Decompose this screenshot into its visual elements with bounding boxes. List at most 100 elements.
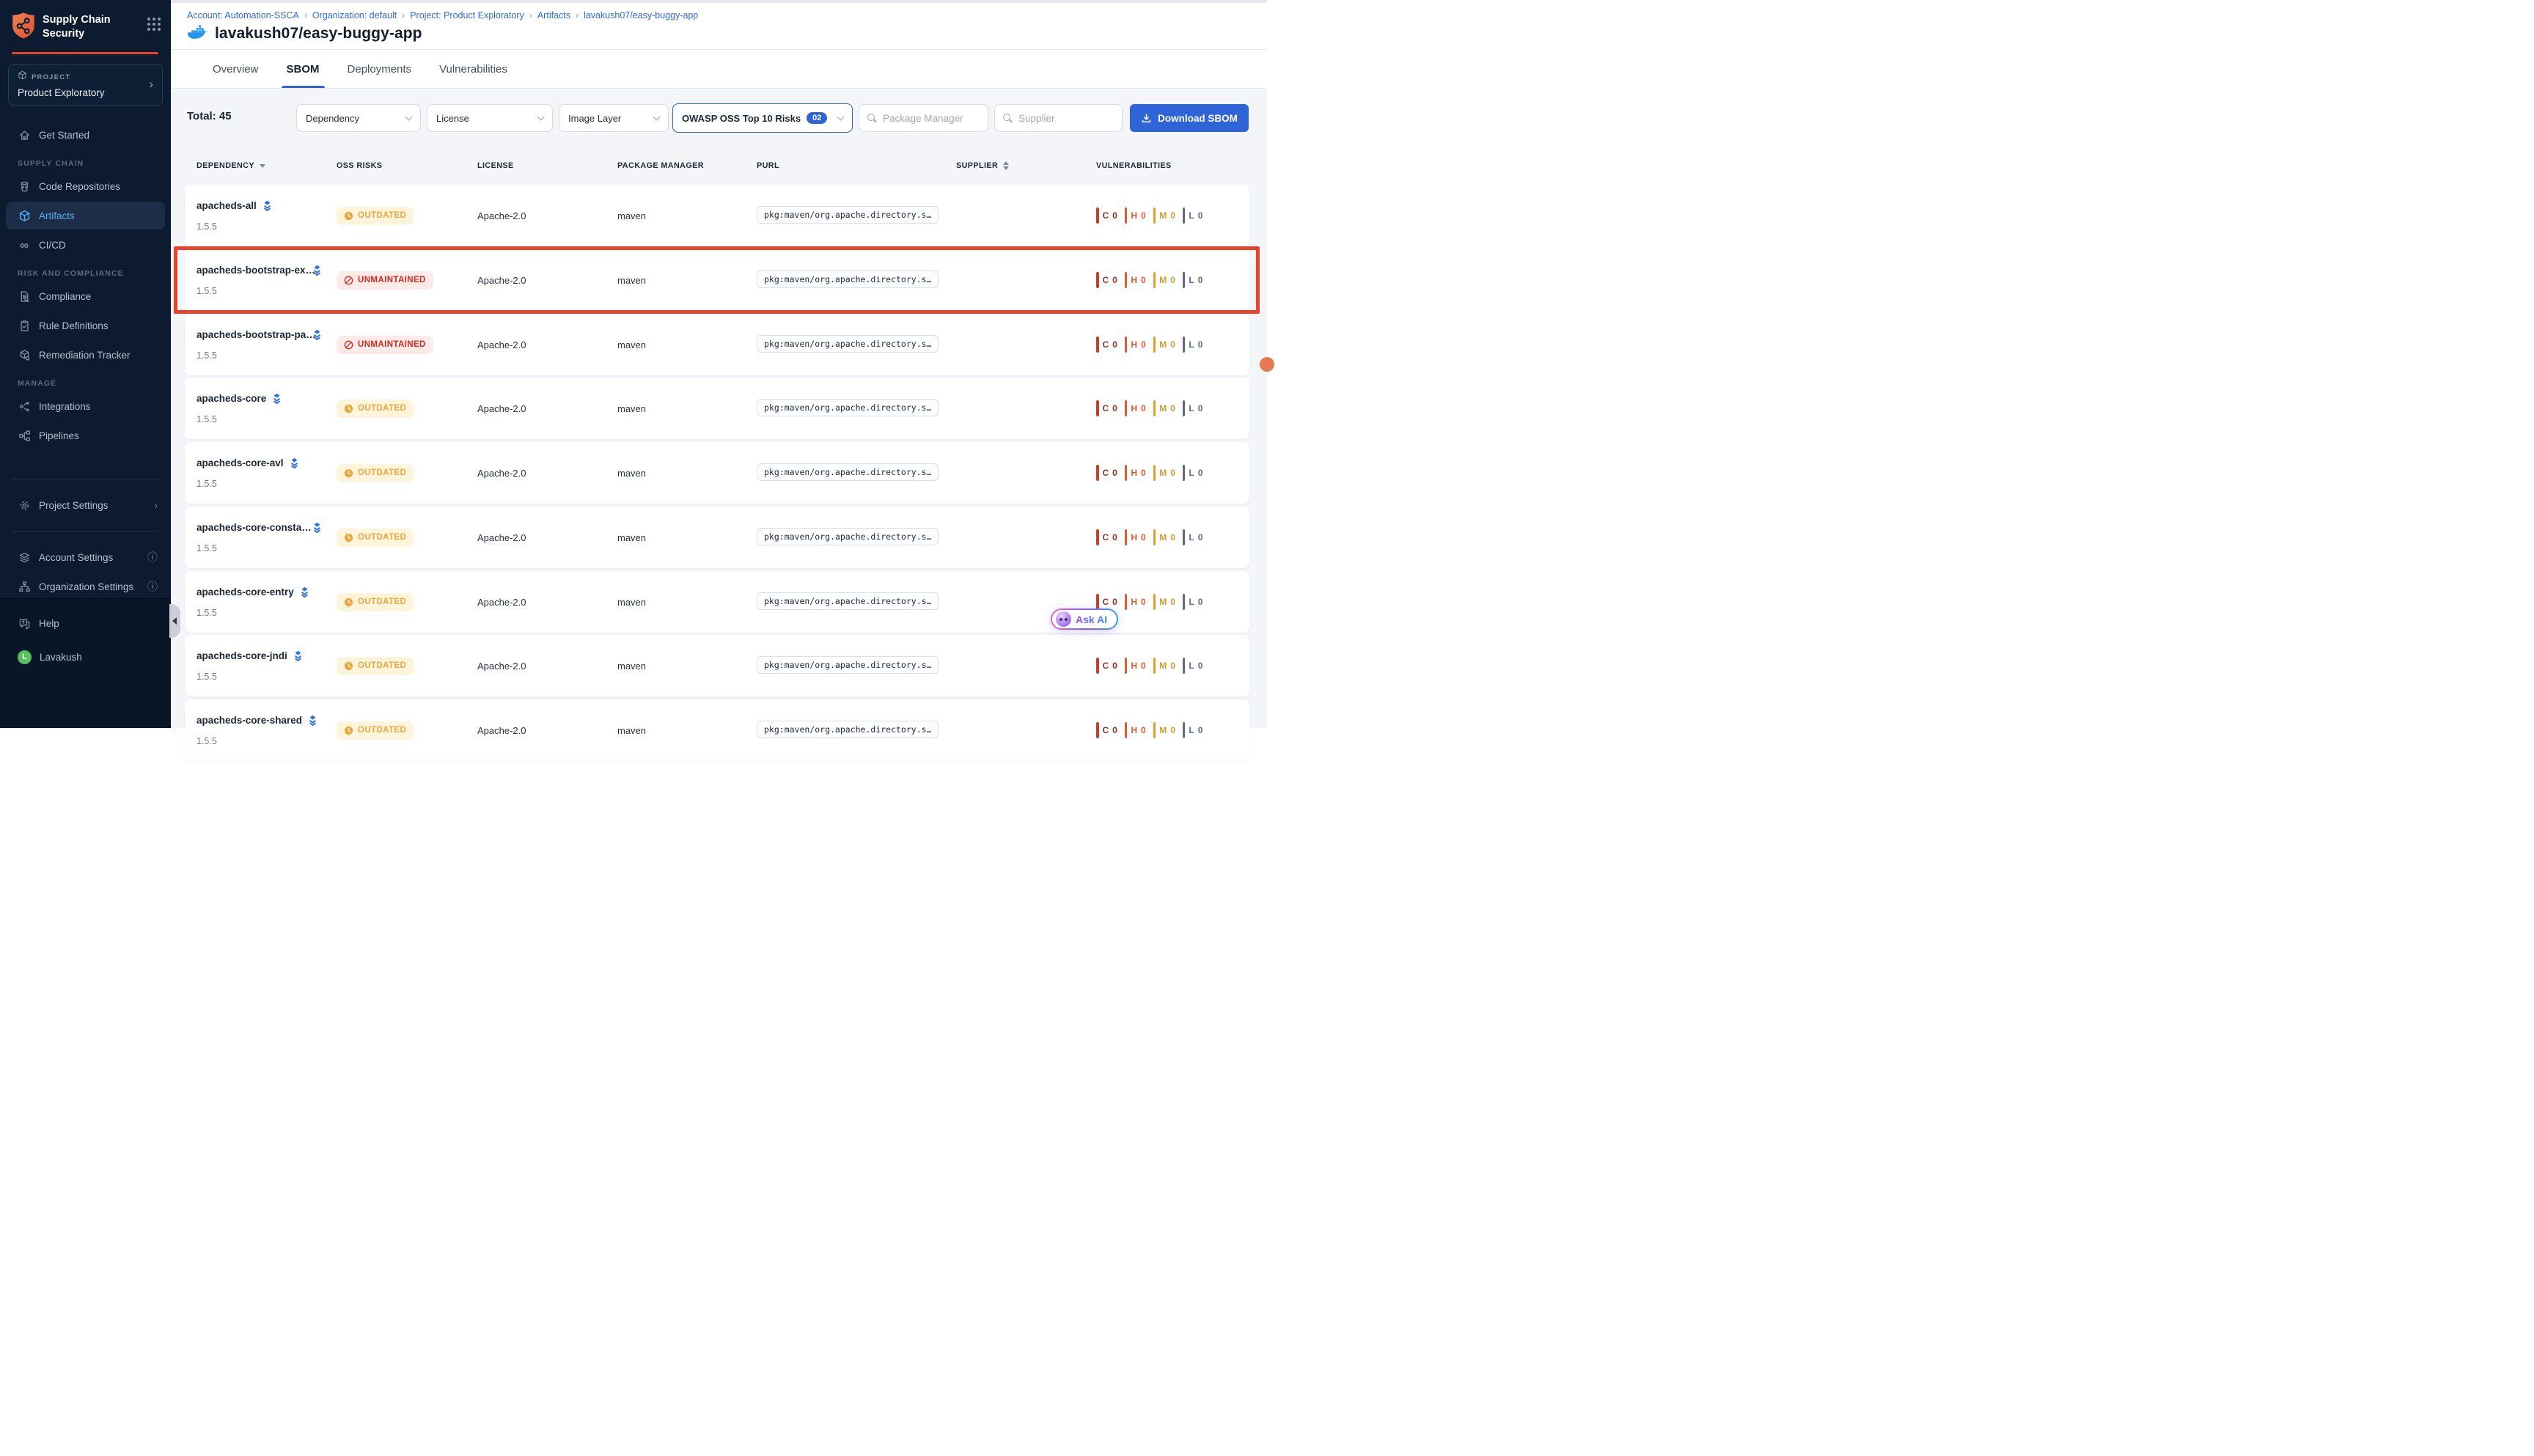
image-layers-icon [312, 265, 323, 276]
ask-ai-button[interactable]: Ask AI [1051, 608, 1118, 630]
dependency-name[interactable]: apacheds-core-avl [197, 457, 284, 468]
sidebar-item-label: Remediation Tracker [39, 350, 131, 361]
download-sbom-button[interactable]: Download SBOM [1130, 104, 1249, 132]
sidebar-item-remediation-tracker[interactable]: Remediation Tracker [6, 341, 165, 369]
table-row[interactable]: apacheds-core1.5.5OUTDATEDApache-2.0mave… [185, 378, 1249, 439]
image-layers-icon [271, 393, 282, 404]
sidebar-item-get-started[interactable]: Get Started [6, 121, 165, 149]
severity-m-count: M0 [1153, 465, 1175, 481]
sidebar-item-code-repositories[interactable]: Code Repositories [6, 172, 165, 200]
breadcrumb-link[interactable]: Project: Product Exploratory [410, 10, 524, 21]
table-row[interactable]: apacheds-core-shared1.5.5OUTDATEDApache-… [185, 699, 1249, 761]
filter-image-layer[interactable]: Image Layer [559, 104, 669, 132]
table-row[interactable]: apacheds-bootstrap-ex…1.5.5UNMAINTAINEDA… [185, 249, 1249, 311]
purl-chip[interactable]: pkg:maven/org.apache.directory.s… [757, 721, 939, 738]
dependency-name[interactable]: apacheds-core-jndi [197, 650, 287, 661]
oss-risk-badge: OUTDATED [337, 464, 414, 482]
vulnerability-counts: C0H0M0L0 [1096, 529, 1249, 545]
column-header-purl: PURL [757, 161, 956, 170]
sidebar-item-rule-definitions[interactable]: Rule Definitions [6, 312, 165, 339]
risk-icon [344, 340, 353, 350]
sidebar-collapse-handle[interactable] [169, 604, 180, 638]
license-value: Apache-2.0 [477, 403, 617, 414]
purl-chip[interactable]: pkg:maven/org.apache.directory.s… [757, 271, 939, 288]
sidebar-item-pipelines[interactable]: Pipelines [6, 422, 165, 449]
severity-h-count: H0 [1125, 400, 1146, 416]
license-value: Apache-2.0 [477, 597, 617, 608]
column-label: SUPPLIER [956, 161, 998, 170]
table-row[interactable]: apacheds-core-consta…1.5.5OUTDATEDApache… [185, 507, 1249, 568]
column-label: PURL [757, 161, 779, 170]
sidebar-item-organization-settings[interactable]: Organization Settingsⓘ [6, 573, 165, 600]
dependency-name[interactable]: apacheds-core-entry [197, 587, 294, 598]
breadcrumb-link[interactable]: lavakush07/easy-buggy-app [584, 10, 698, 21]
sidebar-item-integrations[interactable]: Integrations [6, 392, 165, 420]
table-row[interactable]: apacheds-bootstrap-pa…1.5.5UNMAINTAINEDA… [185, 314, 1249, 375]
dependency-version: 1.5.5 [197, 221, 337, 232]
supplier-input[interactable] [1018, 113, 1114, 124]
dependency-name[interactable]: apacheds-core-shared [197, 715, 302, 726]
purl-chip[interactable]: pkg:maven/org.apache.directory.s… [757, 335, 939, 353]
sidebar-item-account-settings[interactable]: Account Settingsⓘ [6, 543, 165, 571]
user-menu[interactable]: L Lavakush [6, 643, 165, 671]
sidebar-item-project-settings[interactable]: Project Settings› [6, 491, 165, 519]
edge-notification-dot[interactable] [1260, 357, 1274, 372]
filter-label: Dependency [306, 113, 359, 124]
dependency-name[interactable]: apacheds-all [197, 200, 257, 211]
breadcrumb-link[interactable]: Organization: default [312, 10, 397, 21]
tab-overview[interactable]: Overview [213, 50, 259, 88]
sidebar-item-artifacts[interactable]: Artifacts [6, 202, 165, 229]
package-manager-value: maven [617, 339, 757, 350]
sidebar-item-ci-cd[interactable]: ∞CI/CD [6, 231, 165, 259]
sidebar-item-help[interactable]: Help [6, 609, 165, 637]
risk-icon [344, 468, 353, 478]
owasp-risks-filter[interactable]: OWASP OSS Top 10 Risks 02 [672, 103, 853, 133]
project-selector[interactable]: PROJECT Product Exploratory › [8, 64, 163, 106]
severity-m-count: M0 [1153, 337, 1175, 353]
table-row[interactable]: apacheds-all1.5.5OUTDATEDApache-2.0maven… [185, 185, 1249, 246]
oss-risk-badge: OUTDATED [337, 657, 414, 675]
license-value: Apache-2.0 [477, 210, 617, 221]
filter-dependency[interactable]: Dependency [296, 104, 421, 132]
column-header-dependency[interactable]: DEPENDENCY [197, 161, 337, 170]
purl-chip[interactable]: pkg:maven/org.apache.directory.s… [757, 399, 939, 416]
table-row[interactable]: apacheds-core-jndi1.5.5OUTDATEDApache-2.… [185, 635, 1249, 696]
table-row[interactable]: apacheds-core-avl1.5.5OUTDATEDApache-2.0… [185, 442, 1249, 504]
purl-chip[interactable]: pkg:maven/org.apache.directory.s… [757, 463, 939, 481]
severity-m-count: M0 [1153, 658, 1175, 674]
severity-l-count: L0 [1183, 722, 1203, 738]
breadcrumb-link[interactable]: Account: Automation-SSCA [187, 10, 299, 21]
license-value: Apache-2.0 [477, 468, 617, 479]
purl-chip[interactable]: pkg:maven/org.apache.directory.s… [757, 592, 939, 610]
dependency-name[interactable]: apacheds-core [197, 393, 266, 404]
sidebar-item-compliance[interactable]: Compliance [6, 282, 165, 310]
tab-deployments[interactable]: Deployments [348, 50, 412, 88]
sidebar-item-label: Project Settings [39, 500, 109, 511]
help-label: Help [39, 618, 59, 629]
table-header: DEPENDENCYOSS RISKSLICENSEPACKAGE MANAGE… [185, 150, 1249, 182]
dependency-name[interactable]: apacheds-bootstrap-ex… [197, 265, 306, 276]
severity-c-count: C0 [1096, 400, 1117, 416]
risk-icon [344, 726, 353, 735]
purl-chip[interactable]: pkg:maven/org.apache.directory.s… [757, 206, 939, 224]
severity-m-count: M0 [1153, 207, 1175, 224]
severity-l-count: L0 [1183, 465, 1203, 481]
oss-risk-badge: OUTDATED [337, 593, 414, 611]
module-grid-icon[interactable] [147, 18, 161, 31]
package-manager-value: maven [617, 597, 757, 608]
purl-chip[interactable]: pkg:maven/org.apache.directory.s… [757, 656, 939, 674]
dependency-name[interactable]: apacheds-core-consta… [197, 522, 306, 533]
sidebar-footer: Help L Lavakush [0, 598, 171, 728]
purl-chip[interactable]: pkg:maven/org.apache.directory.s… [757, 528, 939, 545]
tab-sbom[interactable]: SBOM [287, 50, 320, 88]
dependency-name[interactable]: apacheds-bootstrap-pa… [197, 329, 306, 340]
dependency-version: 1.5.5 [197, 608, 337, 618]
package-manager-input[interactable] [883, 113, 980, 124]
doc-icon [18, 290, 31, 303]
tab-vulnerabilities[interactable]: Vulnerabilities [439, 50, 507, 88]
column-header-supplier[interactable]: SUPPLIER [956, 161, 1096, 170]
package-manager-value: maven [617, 210, 757, 221]
breadcrumb-link[interactable]: Artifacts [537, 10, 570, 21]
filter-license[interactable]: License [427, 104, 553, 132]
infinity-icon: ∞ [18, 238, 31, 251]
